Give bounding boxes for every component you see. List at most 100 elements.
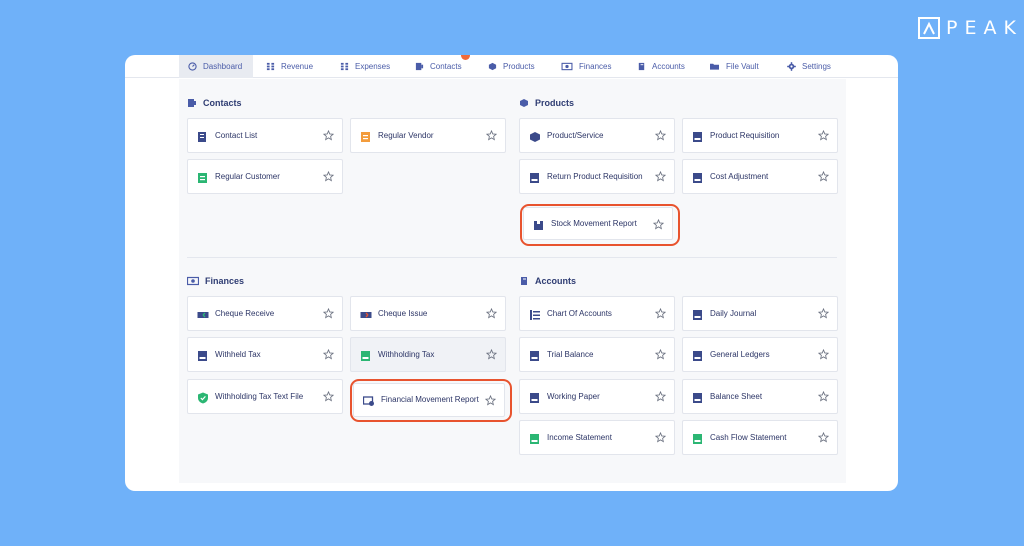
return-product-requisition-icon [529,171,541,183]
general-ledgers-icon [692,349,704,361]
peak-logo-icon [918,17,940,39]
card-regular-customer[interactable]: Regular Customer [187,159,343,194]
favorite-star-icon[interactable] [655,432,666,443]
contacts-icon [188,99,196,107]
dashboard-content: Contacts Products Finances Accounts Cont… [179,79,846,483]
nav-tab-accounts[interactable]: Accounts [637,55,685,78]
favorite-star-icon[interactable] [655,349,666,360]
revenue-icon [266,62,275,71]
favorite-star-icon[interactable] [486,130,497,141]
favorite-star-icon[interactable] [818,308,829,319]
nav-tab-settings[interactable]: Settings [787,55,831,78]
finances-icon [187,276,199,286]
nav-label: Revenue [281,62,314,71]
card-cheque-receive[interactable]: Cheque Receive [187,296,343,331]
favorite-star-icon[interactable] [818,349,829,360]
favorite-star-icon[interactable] [655,171,666,182]
working-paper-icon [529,391,541,403]
cost-adjustment-icon [692,171,704,183]
withheld-tax-icon [197,349,209,361]
nav-label: File Vault [726,62,759,71]
card-cheque-issue[interactable]: Cheque Issue [350,296,506,331]
accounts-icon [638,62,645,71]
contact-list-icon [197,130,209,142]
favorite-star-icon[interactable] [486,308,497,319]
card-cost-adjustment[interactable]: Cost Adjustment [682,159,838,194]
nav-tab-file-vault[interactable]: File Vault [709,55,759,78]
expenses-icon [340,62,349,71]
nav-tab-revenue[interactable]: Revenue [266,55,313,78]
card-return-product-requisition[interactable]: Return Product Requisition [519,159,675,194]
card-working-paper[interactable]: Working Paper [519,379,675,414]
favorite-star-icon[interactable] [655,308,666,319]
section-title-finances: Finances [187,276,244,286]
product-service-icon [529,130,541,142]
favorite-star-icon[interactable] [818,432,829,443]
favorite-star-icon[interactable] [323,308,334,319]
card-general-ledgers[interactable]: General Ledgers [682,337,838,372]
favorite-star-icon[interactable] [486,349,497,360]
card-contact-list[interactable]: Contact List [187,118,343,153]
shield-check-icon [197,391,209,403]
nav-label: Expenses [355,62,391,71]
card-balance-sheet[interactable]: Balance Sheet [682,379,838,414]
section-title-contacts: Contacts [187,98,242,108]
balance-sheet-icon [692,391,704,403]
card-regular-vendor[interactable]: Regular Vendor [350,118,506,153]
card-withholding-tax-text-file[interactable]: Withholding Tax Text File [187,379,343,414]
regular-vendor-icon [360,130,372,142]
card-product-requisition[interactable]: Product Requisition [682,118,838,153]
nav-label: Dashboard [203,62,243,71]
favorite-star-icon[interactable] [323,391,334,402]
favorite-star-icon[interactable] [323,130,334,141]
section-title-products: Products [519,98,574,108]
app-window: Dashboard Revenue Expenses Contacts Prod… [125,55,898,491]
card-income-statement[interactable]: Income Statement [519,420,675,455]
brand-name: PEAK [946,17,1023,39]
notification-dot [461,55,470,60]
product-requisition-icon [692,130,704,142]
favorite-star-icon[interactable] [818,171,829,182]
favorite-star-icon[interactable] [818,130,829,141]
dashboard-icon [188,62,197,71]
income-statement-icon [529,432,541,444]
card-withholding-tax[interactable]: Withholding Tax [350,337,506,372]
card-chart-of-accounts[interactable]: Chart Of Accounts [519,296,675,331]
nav-label: Accounts [652,62,685,71]
card-trial-balance[interactable]: Trial Balance [519,337,675,372]
accounts-icon [521,277,527,285]
regular-customer-icon [197,171,209,183]
chart-of-accounts-icon [529,308,541,320]
highlight-ring-financial-movement [350,379,512,422]
cheque-issue-icon [360,308,372,320]
favorite-star-icon[interactable] [818,391,829,402]
trial-balance-icon [529,349,541,361]
nav-tab-finances[interactable]: Finances [561,55,611,78]
card-product-service[interactable]: Product/Service [519,118,675,153]
card-withheld-tax[interactable]: Withheld Tax [187,337,343,372]
cash-flow-statement-icon [692,432,704,444]
top-nav: Dashboard Revenue Expenses Contacts Prod… [125,55,898,78]
nav-label: Finances [579,62,612,71]
contacts-icon [415,62,424,71]
favorite-star-icon[interactable] [655,391,666,402]
favorite-star-icon[interactable] [323,171,334,182]
favorite-star-icon[interactable] [655,130,666,141]
products-icon [488,62,497,71]
card-daily-journal[interactable]: Daily Journal [682,296,838,331]
section-title-accounts: Accounts [519,276,576,286]
nav-tab-expenses[interactable]: Expenses [340,55,390,78]
section-divider [187,257,837,258]
nav-tab-contacts[interactable]: Contacts [415,55,462,78]
folder-icon [710,63,719,70]
card-cash-flow-statement[interactable]: Cash Flow Statement [682,420,838,455]
nav-tab-products[interactable]: Products [488,55,535,78]
nav-label: Contacts [430,62,462,71]
finances-icon [561,62,573,71]
highlight-ring-stock-movement [520,204,680,246]
favorite-star-icon[interactable] [323,349,334,360]
withholding-tax-icon [360,349,372,361]
peak-logo: PEAK [918,16,1023,40]
nav-tab-dashboard[interactable]: Dashboard [179,55,253,78]
nav-label: Settings [802,62,831,71]
